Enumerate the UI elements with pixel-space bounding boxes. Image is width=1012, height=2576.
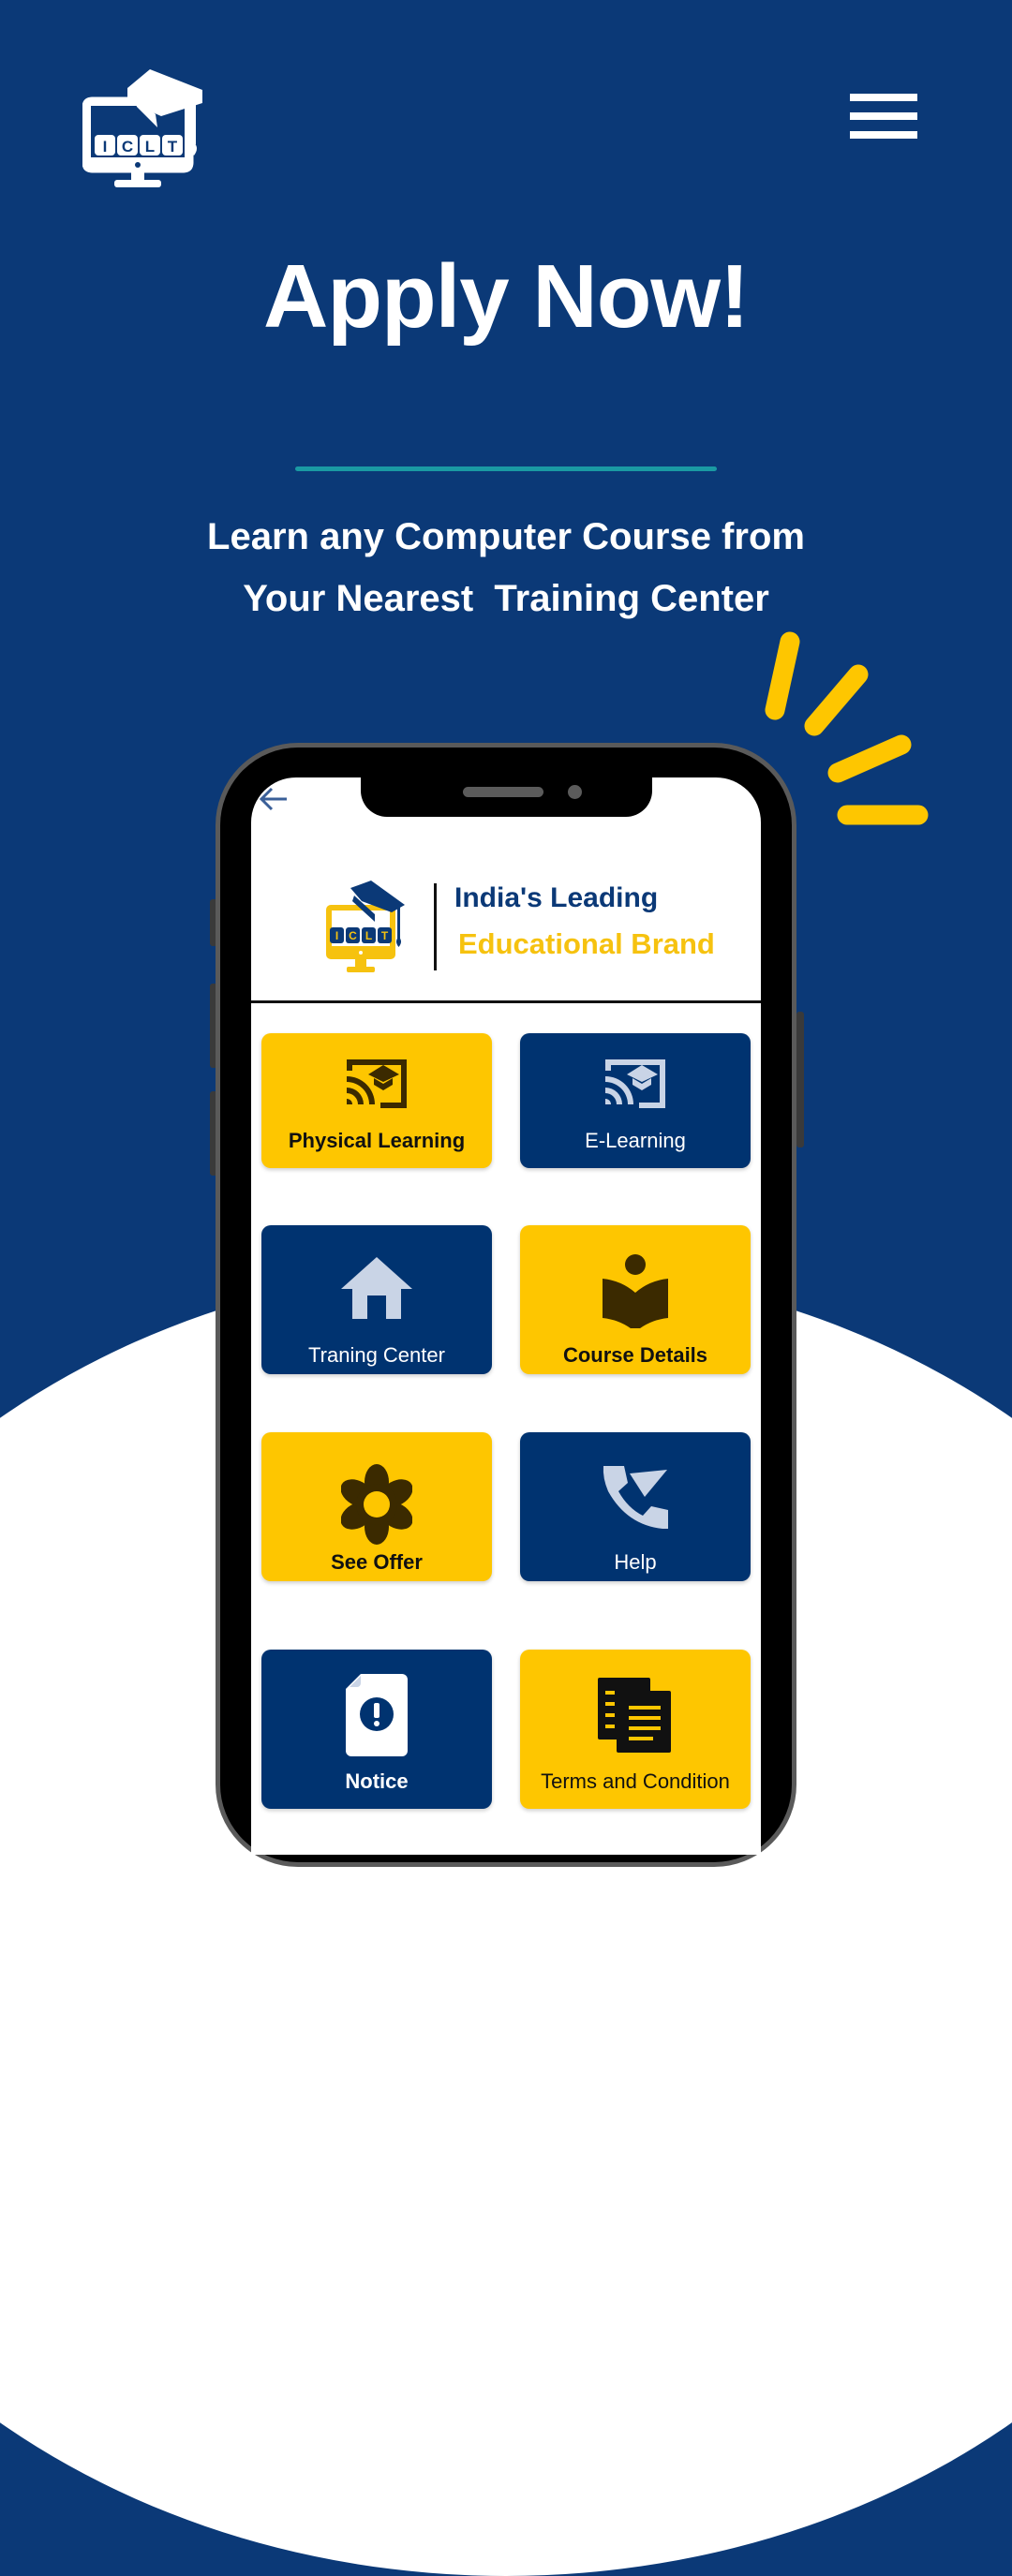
svg-text:T: T <box>168 138 178 155</box>
header-divider <box>251 1000 761 1003</box>
menu-card-see-offer[interactable]: See Offer <box>261 1432 492 1581</box>
flower-icon <box>341 1464 412 1545</box>
brand-tagline-line-1: India's Leading <box>454 882 659 913</box>
card-label: Course Details <box>562 1343 708 1367</box>
local-library-icon <box>603 1254 668 1328</box>
svg-text:I: I <box>335 929 338 942</box>
card-label: Traning Center <box>308 1343 445 1367</box>
phone-speaker <box>463 787 543 797</box>
menu-card-course-details[interactable]: Course Details <box>520 1225 751 1374</box>
menu-card-training-center[interactable]: Traning Center <box>261 1225 492 1374</box>
menu-card-help[interactable]: Help <box>520 1432 751 1581</box>
card-label: See Offer <box>331 1550 423 1574</box>
menu-card-e-learning[interactable]: E-Learning <box>520 1033 751 1168</box>
brand-separator <box>434 883 437 970</box>
menu-bar <box>850 94 917 101</box>
menu-card-terms-and-condition[interactable]: Terms and Condition <box>520 1650 751 1809</box>
phone-side-button <box>796 1012 804 1147</box>
hero-title: Apply Now! <box>263 246 750 347</box>
cast-for-education-icon <box>605 1059 665 1108</box>
hamburger-menu-button[interactable] <box>848 92 917 141</box>
svg-text:C: C <box>122 138 133 155</box>
svg-text:L: L <box>145 138 155 155</box>
phone-callback-icon <box>603 1466 668 1529</box>
home-icon <box>341 1257 412 1319</box>
menu-bar <box>850 131 917 139</box>
back-arrow-icon[interactable] <box>257 785 290 813</box>
svg-text:T: T <box>381 929 389 942</box>
document-alert-icon <box>346 1674 408 1756</box>
card-label: Physical Learning <box>288 1129 466 1152</box>
documents-icon <box>598 1678 671 1753</box>
subtitle-line-1: Learn any Computer Course from <box>207 516 805 557</box>
cast-for-education-icon <box>347 1059 407 1108</box>
hero-subtitle: Learn any Computer Course from Your Near… <box>0 506 1012 629</box>
menu-bar <box>850 112 917 120</box>
menu-card-notice[interactable]: Notice <box>261 1650 492 1809</box>
svg-text:L: L <box>365 929 372 942</box>
card-label: Terms and Condition <box>541 1769 730 1793</box>
card-label: Help <box>614 1550 657 1574</box>
brand-logo-icon: I C L T <box>326 881 405 972</box>
menu-card-physical-learning[interactable]: Physical Learning <box>261 1033 492 1168</box>
hero-divider <box>295 466 717 471</box>
phone-camera <box>568 785 582 799</box>
svg-text:C: C <box>349 929 357 942</box>
brand-tagline-line-2: Educational Brand <box>458 927 715 960</box>
iclt-logo-icon: I C L T <box>82 69 202 187</box>
svg-text:I: I <box>103 138 108 155</box>
card-label: Notice <box>345 1769 409 1793</box>
card-label: E-Learning <box>585 1129 686 1152</box>
